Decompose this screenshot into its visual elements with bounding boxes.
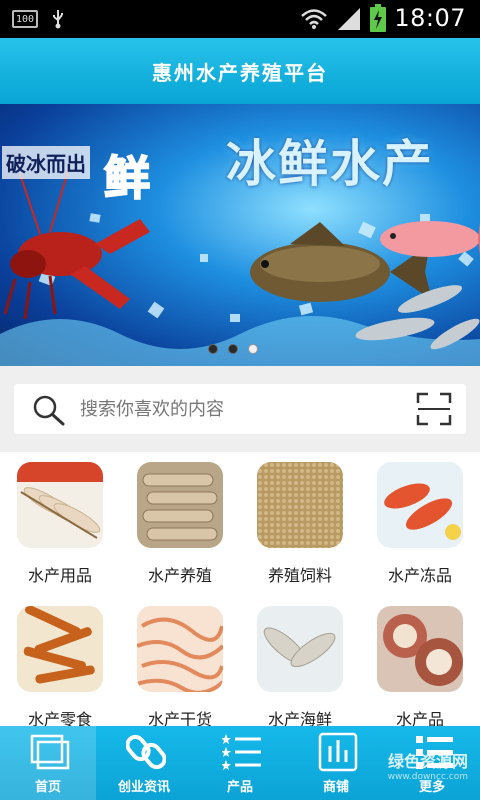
dried-squid-image [137, 606, 223, 692]
search-area [0, 366, 480, 452]
search-icon[interactable] [32, 394, 66, 426]
carousel-indicators[interactable] [208, 344, 258, 354]
category-label: 水产用品 [27, 566, 92, 585]
category-item-shuichan-haixian[interactable]: 水产海鲜 [240, 596, 360, 732]
battery-charging-icon [370, 4, 387, 32]
category-item-shuichanpin[interactable]: 水产品 [360, 596, 480, 732]
shrimp-skewer-image [17, 462, 103, 548]
search-bar[interactable] [14, 384, 466, 434]
feed-pellets-image [257, 462, 343, 548]
nav-item-products[interactable]: 产品 [192, 726, 288, 800]
promo-banner[interactable]: 破冰而出 鲜 冰鲜水产 [0, 104, 480, 366]
category-item-shuichan-dongpin[interactable]: 水产冻品 [360, 452, 480, 588]
scan-icon[interactable] [416, 392, 452, 426]
category-grid: 水产用品 水产养殖 养殖饲料 水产冻品 水产零食 水产干货 水产海鲜 水产品 [0, 452, 480, 729]
nav-label: 创业资讯 [117, 780, 170, 795]
banner-headline: 冰鲜水产 [226, 134, 434, 193]
link-icon [126, 734, 166, 770]
category-item-shuichan-yangzhi[interactable]: 水产养殖 [120, 452, 240, 588]
carousel-dot[interactable] [228, 344, 238, 354]
app-header: 惠州水产养殖平台 [0, 38, 480, 104]
category-label: 水产养殖 [147, 566, 212, 585]
nav-label: 更多 [418, 780, 445, 795]
bottom-nav: 首页 创业资讯 产品 商铺 更多 [0, 726, 480, 800]
carousel-dot-active[interactable] [248, 344, 258, 354]
page-title: 惠州水产养殖平台 [152, 60, 328, 85]
home-icon [30, 734, 70, 770]
nav-item-business-news[interactable]: 创业资讯 [96, 726, 192, 800]
carousel-dot[interactable] [208, 344, 218, 354]
nav-label: 首页 [34, 780, 61, 795]
nav-label: 产品 [226, 780, 253, 795]
category-label: 水产冻品 [387, 566, 452, 585]
category-item-shuichan-lingshi[interactable]: 水产零食 [0, 596, 120, 732]
category-item-shuichan-ganhuo[interactable]: 水产干货 [120, 596, 240, 732]
dried-fish-snack-image [17, 606, 103, 692]
mantis-shrimp-image [137, 462, 223, 548]
category-item-yangzhi-siliao[interactable]: 养殖饲料 [240, 452, 360, 588]
banner-slogan: 破冰而出 [2, 146, 90, 179]
scallops-image [377, 606, 463, 692]
banner-feature-char: 鲜 [103, 150, 151, 206]
prawns-image [257, 606, 343, 692]
nav-item-more[interactable]: 更多 [384, 726, 480, 800]
nav-item-home[interactable]: 首页 [0, 726, 96, 800]
nav-label: 商铺 [322, 780, 349, 795]
battery-level-icon: 100 [12, 10, 38, 28]
category-item-shuichan-yongpin[interactable]: 水产用品 [0, 452, 120, 588]
usb-icon [53, 10, 63, 29]
wifi-icon [301, 9, 328, 29]
search-input[interactable] [80, 392, 400, 426]
status-time: 18:07 [394, 4, 466, 32]
signal-icon [338, 8, 361, 30]
frozen-shrimp-image [377, 462, 463, 548]
star-list-icon [222, 734, 261, 770]
status-bar: 100 18:07 [0, 0, 480, 38]
shop-chart-icon [318, 732, 358, 772]
more-list-icon [416, 736, 453, 769]
category-label: 养殖饲料 [267, 566, 332, 585]
nav-item-shops[interactable]: 商铺 [288, 726, 384, 800]
